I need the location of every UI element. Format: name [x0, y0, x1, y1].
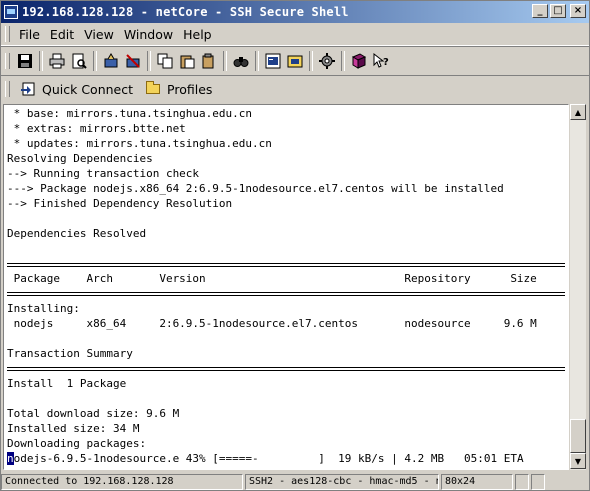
- maximize-button[interactable]: □: [550, 4, 566, 18]
- disconnect-icon[interactable]: [123, 51, 143, 71]
- scroll-up-button[interactable]: ▲: [570, 104, 586, 120]
- terminal-line: Resolving Dependencies: [7, 152, 153, 165]
- title-bar[interactable]: 192.168.128.128 - netCore - SSH Secure S…: [1, 1, 589, 23]
- terminal-progress-line: nodejs-6.9.5-1nodesource.e 43% [=====- ]…: [7, 451, 524, 466]
- terminal-cursor: n: [7, 452, 14, 465]
- terminal-line: Transaction Summary: [7, 347, 133, 360]
- vertical-scrollbar[interactable]: ▲ ▼: [569, 104, 586, 470]
- connect-icon[interactable]: [101, 51, 121, 71]
- minimize-button[interactable]: _: [532, 4, 548, 18]
- paste-special-icon[interactable]: [199, 51, 219, 71]
- svg-text:?: ?: [383, 57, 389, 68]
- ssh-app-icon[interactable]: [4, 5, 18, 19]
- terminal-line: * extras: mirrors.btte.net: [7, 122, 186, 135]
- profiles-label: Profiles: [167, 81, 213, 97]
- terminal-screen[interactable]: * base: mirrors.tuna.tsinghua.edu.cn * e…: [3, 104, 569, 470]
- toolbar-separator: [39, 51, 43, 71]
- terminal-line: nodejs x86_64 2:6.9.5-1nodesource.el7.ce…: [7, 317, 537, 330]
- toolbar-separator: [341, 51, 345, 71]
- toolbar-separator: [309, 51, 313, 71]
- quick-connect-bar: Quick Connect Profiles: [1, 75, 589, 102]
- menu-edit[interactable]: Edit: [45, 27, 79, 42]
- terminal-line: Package Arch Version Repository Size: [7, 272, 537, 285]
- terminal-line: Installed size: 34 M: [7, 422, 140, 435]
- window-controls: _ □ ×: [532, 4, 586, 18]
- copy-icon[interactable]: [155, 51, 175, 71]
- toolbar-separator: [147, 51, 151, 71]
- menu-bar: File Edit View Window Help: [1, 23, 589, 46]
- terminal-line: Installing:: [7, 302, 80, 315]
- terminal-line: * updates: mirrors.tuna.tsinghua.edu.cn: [7, 137, 272, 150]
- settings-icon[interactable]: [317, 51, 337, 71]
- connection-status: Connected to 192.168.128.128: [1, 473, 243, 490]
- scroll-down-button[interactable]: ▼: [570, 453, 586, 469]
- save-icon[interactable]: [15, 51, 35, 71]
- folder-icon: [145, 81, 161, 97]
- quick-connect-icon: [20, 81, 36, 97]
- cipher-status: SSH2 - aes128-cbc - hmac-md5 - n: [245, 473, 439, 490]
- status-bar: Connected to 192.168.128.128 SSH2 - aes1…: [1, 472, 589, 491]
- terminal-line: Install 1 Package: [7, 377, 127, 390]
- find-icon[interactable]: [231, 51, 251, 71]
- menu-window[interactable]: Window: [119, 27, 178, 42]
- profiles-button[interactable]: Profiles: [139, 78, 218, 100]
- scroll-thumb[interactable]: [570, 419, 586, 453]
- new-terminal-icon[interactable]: [263, 51, 283, 71]
- toolbar-grip[interactable]: [5, 53, 10, 69]
- menu-help[interactable]: Help: [178, 27, 217, 42]
- quickbar-grip[interactable]: [5, 81, 10, 97]
- terminal-line: * base: mirrors.tuna.tsinghua.edu.cn: [7, 107, 253, 120]
- quick-connect-button[interactable]: Quick Connect: [14, 78, 139, 100]
- lock-icon: [515, 473, 529, 490]
- window-title: 192.168.128.128 - netCore - SSH Secure S…: [22, 5, 349, 19]
- toolbar-separator: [93, 51, 97, 71]
- resize-grip-icon[interactable]: [531, 473, 545, 490]
- help-book-icon[interactable]: [349, 51, 369, 71]
- terminal-line: Total download size: 9.6 M: [7, 407, 180, 420]
- close-button[interactable]: ×: [570, 4, 586, 18]
- new-file-transfer-icon[interactable]: [285, 51, 305, 71]
- context-help-icon[interactable]: ?: [371, 51, 391, 71]
- print-preview-icon[interactable]: [69, 51, 89, 71]
- menubar-grip[interactable]: [5, 26, 10, 42]
- paste-icon[interactable]: [177, 51, 197, 71]
- menu-view[interactable]: View: [79, 27, 119, 42]
- terminal-line: Dependencies Resolved: [7, 227, 147, 240]
- terminal-double-rule: [7, 263, 565, 267]
- quick-connect-label: Quick Connect: [42, 81, 134, 97]
- ssh-window: 192.168.128.128 - netCore - SSH Secure S…: [0, 0, 590, 491]
- toolbar: ?: [1, 46, 589, 76]
- menu-file[interactable]: File: [14, 27, 45, 42]
- terminal-line: Downloading packages:: [7, 437, 147, 450]
- toolbar-separator: [223, 51, 227, 71]
- terminal-line: --> Finished Dependency Resolution: [7, 197, 233, 210]
- toolbar-separator: [255, 51, 259, 71]
- terminal-double-rule: [7, 367, 565, 371]
- terminal-line: ---> Package nodejs.x86_64 2:6.9.5-1node…: [7, 182, 504, 195]
- download-progress-text: odejs-6.9.5-1nodesource.e 43% [=====- ] …: [13, 452, 524, 465]
- terminal-size-status: 80x24: [441, 473, 513, 490]
- print-icon[interactable]: [47, 51, 67, 71]
- terminal-line: --> Running transaction check: [7, 167, 200, 180]
- terminal-double-rule: [7, 292, 565, 296]
